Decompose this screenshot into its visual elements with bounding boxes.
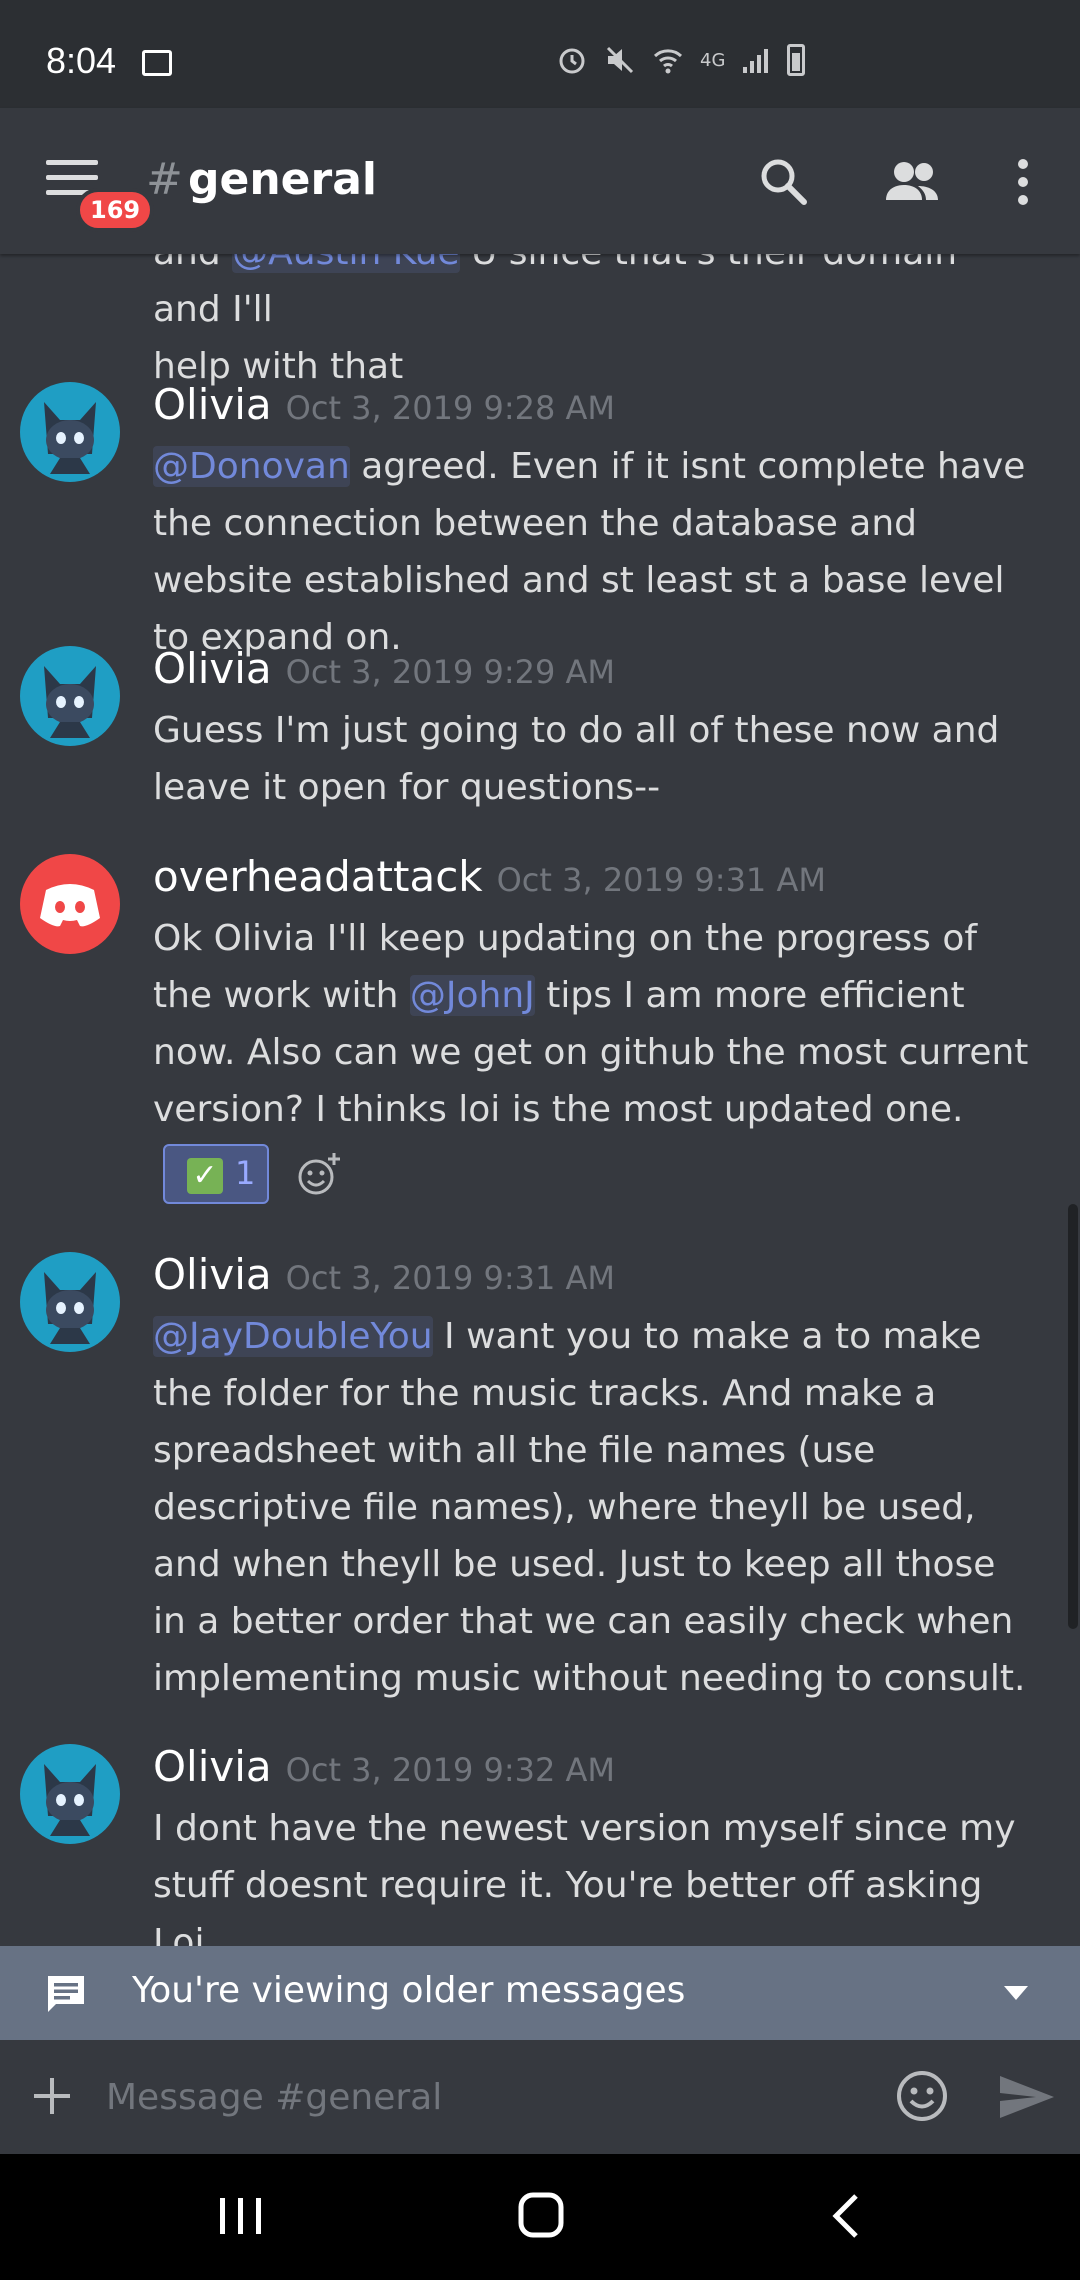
mention-link[interactable]: @Austin Kue xyxy=(232,254,460,273)
olivia-avatar-icon xyxy=(44,1764,96,1836)
mention-link[interactable]: @JohnJ xyxy=(409,975,535,1016)
message-author[interactable]: overheadattack Oct 3, 2019 9:31 AM xyxy=(153,852,826,901)
message-body: Ok Olivia I'll keep updating on the prog… xyxy=(153,918,1029,1130)
message-body: @JayDoubleYou I want you to make a to ma… xyxy=(153,1316,1026,1699)
message-timestamp: Oct 3, 2019 9:31 AM xyxy=(496,861,826,899)
chat-bubble-icon xyxy=(48,1976,84,2012)
alarm-icon xyxy=(559,48,585,74)
members-icon[interactable] xyxy=(880,152,946,212)
message-input[interactable] xyxy=(104,2068,868,2126)
check-mark-icon: ✓ xyxy=(187,1158,223,1194)
mention-link[interactable]: @JayDoubleYou xyxy=(153,1316,433,1357)
message-author[interactable]: Olivia Oct 3, 2019 9:29 AM xyxy=(153,644,615,693)
add-attachment-icon[interactable] xyxy=(32,2076,72,2116)
avatar[interactable] xyxy=(20,1744,120,1844)
gallery-icon xyxy=(142,50,172,76)
status-time: 8:04 xyxy=(46,40,117,81)
emoji-picker-icon[interactable] xyxy=(896,2070,948,2122)
reaction-count: 1 xyxy=(235,1154,256,1192)
message-composer xyxy=(0,2040,1080,2154)
message-author[interactable]: Olivia Oct 3, 2019 9:32 AM xyxy=(153,1742,615,1791)
battery-icon xyxy=(787,44,806,76)
message-timestamp: Oct 3, 2019 9:31 AM xyxy=(285,1259,616,1297)
channel-title: general xyxy=(188,154,377,205)
message-author[interactable]: Olivia Oct 3, 2019 9:28 AM xyxy=(153,380,615,429)
scrollbar-thumb[interactable] xyxy=(1068,1204,1078,1629)
search-icon[interactable] xyxy=(754,152,814,212)
recent-apps-icon[interactable] xyxy=(218,2196,264,2236)
message-body: Guess I'm just going to do all of these … xyxy=(153,710,1000,808)
older-messages-bar[interactable]: You're viewing older messages xyxy=(0,1946,1080,2040)
message-list[interactable]: and @Austin Kue U since that's their dom… xyxy=(0,254,1080,1946)
avatar[interactable] xyxy=(20,854,120,954)
olivia-avatar-icon xyxy=(44,666,96,738)
reaction-button[interactable]: ✓ 1 xyxy=(163,1144,269,1204)
message-body: I dont have the newest version myself si… xyxy=(153,1808,1016,1946)
signal-icon xyxy=(743,49,769,73)
olivia-avatar-icon xyxy=(44,402,96,474)
more-options-icon[interactable] xyxy=(1008,152,1038,212)
wifi-icon xyxy=(653,49,683,74)
message-body: and @Austin Kue U since that's their dom… xyxy=(153,254,1033,395)
add-reaction-icon[interactable] xyxy=(296,1151,342,1197)
home-icon[interactable] xyxy=(518,2192,564,2238)
status-icons: 4G xyxy=(556,44,806,76)
message-timestamp: Oct 3, 2019 9:28 AM xyxy=(285,389,616,427)
discord-logo-icon xyxy=(40,884,100,927)
send-icon[interactable] xyxy=(998,2074,1056,2120)
avatar[interactable] xyxy=(20,646,120,746)
android-nav-bar xyxy=(0,2154,1080,2280)
older-messages-label: You're viewing older messages xyxy=(132,1970,686,2011)
message-timestamp: Oct 3, 2019 9:32 AM xyxy=(285,1751,616,1789)
message-timestamp: Oct 3, 2019 9:29 AM xyxy=(285,653,616,691)
message-author[interactable]: Olivia Oct 3, 2019 9:31 AM xyxy=(153,1250,615,1299)
avatar[interactable] xyxy=(20,382,120,482)
unread-badge: 169 xyxy=(76,188,155,232)
network-type: 4G xyxy=(700,49,726,71)
channel-header: 169 # general xyxy=(0,108,1080,254)
channel-hash-icon: # xyxy=(146,154,183,205)
avatar[interactable] xyxy=(20,1252,120,1352)
mute-icon xyxy=(606,46,634,74)
chevron-down-icon[interactable] xyxy=(1004,1986,1028,2000)
message-body: @Donovan agreed. Even if it isnt complet… xyxy=(153,446,1026,658)
back-icon[interactable] xyxy=(830,2194,860,2238)
status-bar: 8:04 4G xyxy=(0,0,1080,108)
mention-link[interactable]: @Donovan xyxy=(153,446,350,487)
olivia-avatar-icon xyxy=(44,1272,96,1344)
